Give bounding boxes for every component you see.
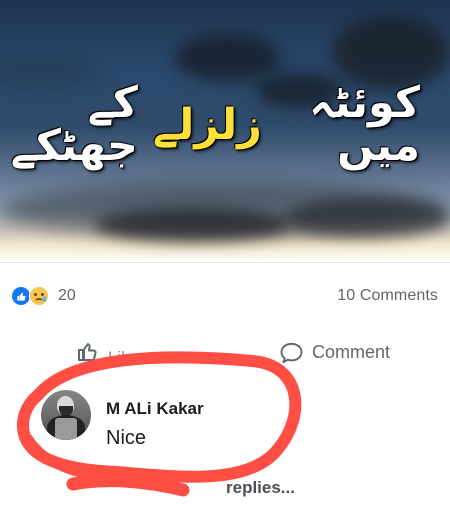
comment-icon <box>280 342 303 363</box>
headline-part-2: زلزلے <box>152 99 262 150</box>
comment-author[interactable]: M ALi Kakar <box>106 399 204 419</box>
comment-button[interactable]: Comment <box>279 338 404 366</box>
partially-covered-like-label <box>176 358 246 371</box>
dark-cloud <box>175 34 280 82</box>
comment-item: M ALi Kakar Nice <box>41 390 271 460</box>
comment-label: Comment <box>312 342 391 362</box>
comment-body: M ALi Kakar Nice <box>106 399 204 449</box>
comment-text: Nice <box>106 426 147 449</box>
facebook-post-screenshot: کوئٹہ میں زلزلے کے جھٹکے 20 10 Comments <box>0 0 450 517</box>
post-action-bar: Like Comment <box>0 336 450 371</box>
urdu-headline: کوئٹہ میں زلزلے کے جھٹکے <box>6 82 420 168</box>
headline-part-1: کوئٹہ میں <box>309 78 420 171</box>
image-separator <box>0 262 450 263</box>
like-outline-icon <box>78 343 97 361</box>
obscured-replies-area <box>88 474 233 505</box>
avatar[interactable] <box>41 390 91 440</box>
previous-replies-link[interactable]: replies... <box>226 479 295 496</box>
sad-icon <box>30 287 48 305</box>
lower-cloud <box>285 198 450 238</box>
like-button[interactable]: Like <box>76 338 246 371</box>
headline-part-3: کے جھٹکے <box>10 78 138 171</box>
lower-cloud <box>95 208 290 242</box>
avatar-vest <box>55 418 77 440</box>
reaction-count: 20 <box>58 287 76 304</box>
like-icon <box>12 287 30 305</box>
reactions-summary[interactable]: 20 <box>12 287 76 305</box>
comments-count[interactable]: 10 Comments <box>337 288 438 304</box>
like-label: Like <box>108 347 140 367</box>
post-image[interactable]: کوئٹہ میں زلزلے کے جھٹکے <box>0 0 450 262</box>
reactions-summary-row: 20 10 Comments <box>12 283 438 309</box>
